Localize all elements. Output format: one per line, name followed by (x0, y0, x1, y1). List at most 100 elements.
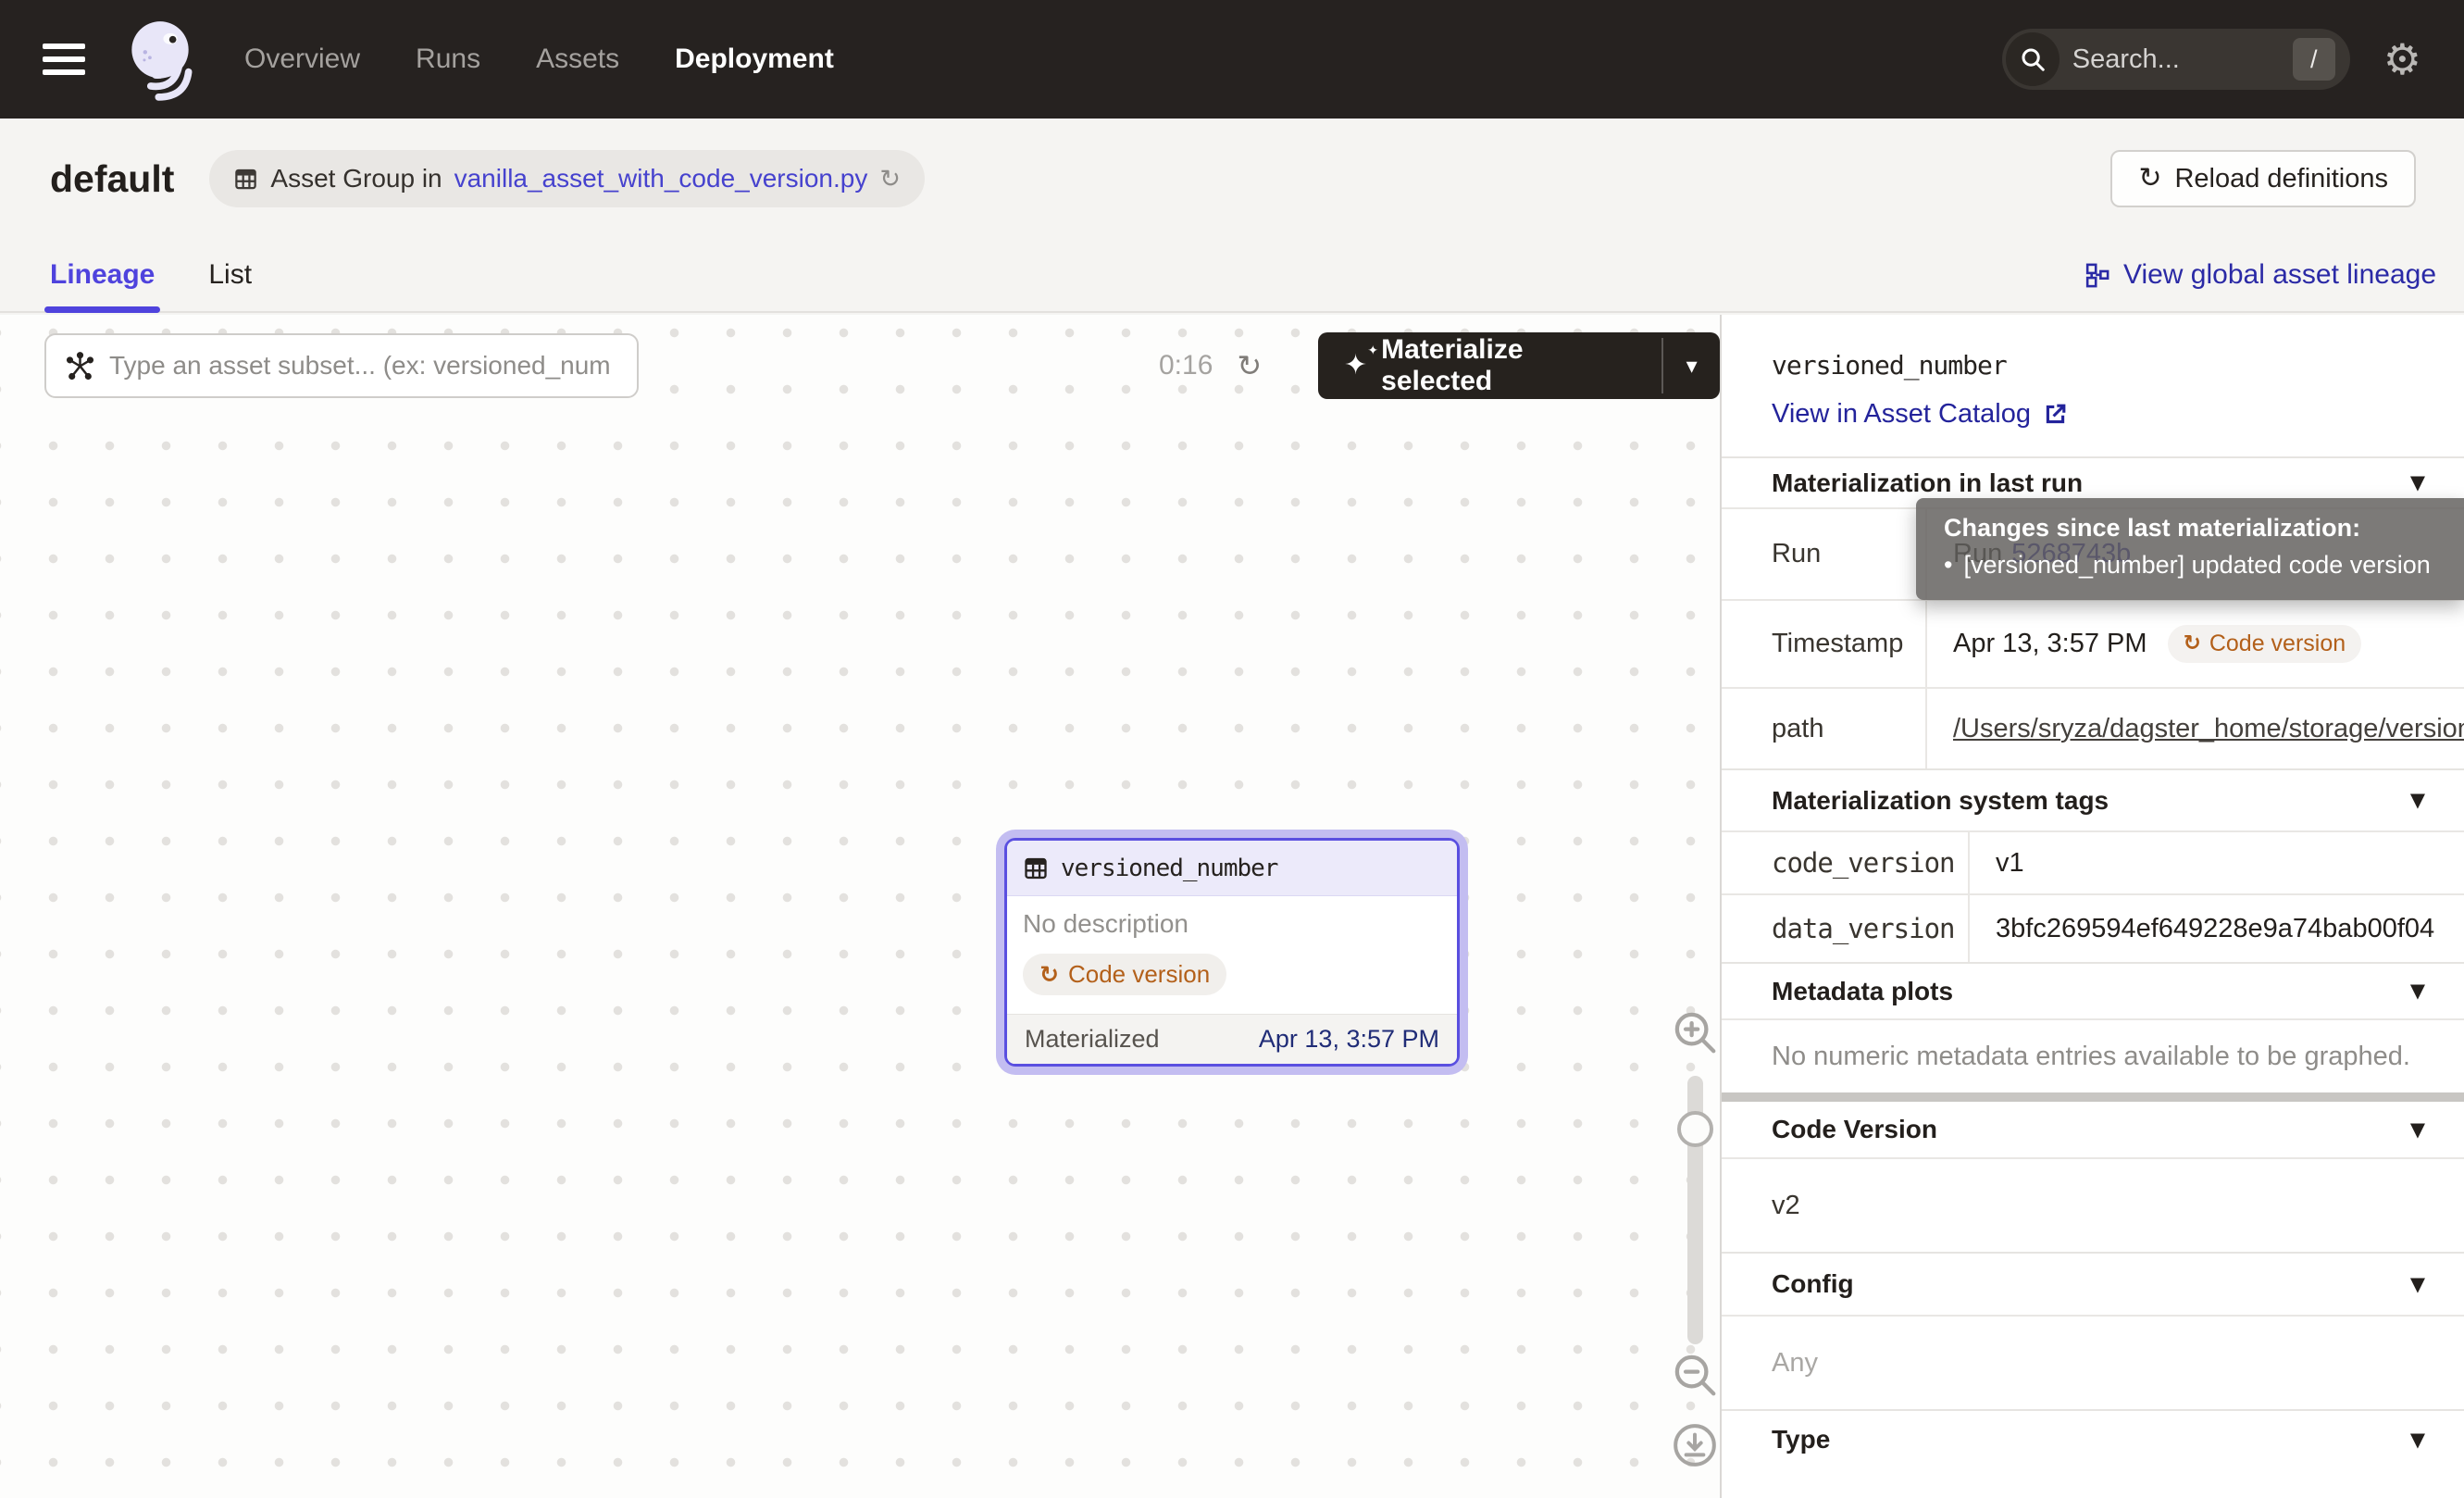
external-link-icon (2042, 401, 2069, 428)
reload-definitions-label: Reload definitions (2174, 164, 2388, 194)
search-input[interactable] (2072, 44, 2248, 75)
tab-list[interactable]: List (208, 239, 252, 311)
sparkle-icon: ✦✦ (1344, 352, 1367, 380)
code-version-badge[interactable]: ↻ Code version (1023, 954, 1226, 995)
run-row-label: Run (1722, 509, 1927, 599)
view-in-asset-catalog-label: View in Asset Catalog (1772, 399, 2031, 430)
asset-subset-input[interactable] (109, 351, 618, 381)
section-metadata-plots[interactable]: Metadata plots ▼ (1722, 962, 2464, 1018)
materialized-status-label: Materialized (1025, 1025, 1160, 1054)
asset-details-panel: versioned_number View in Asset Catalog M… (1720, 315, 2464, 1498)
asset-node-title: versioned_number (1061, 855, 1277, 882)
code-version-changed-icon: ↻ (1039, 963, 1059, 986)
section-label: Code Version (1772, 1115, 1937, 1144)
section-type[interactable]: Type ▼ (1722, 1409, 2464, 1468)
page-title: default (50, 157, 174, 201)
zoom-slider-knob[interactable] (1677, 1111, 1713, 1147)
chevron-down-icon[interactable]: ▼ (2410, 1120, 2425, 1140)
asset-node-header[interactable]: versioned_number (1007, 841, 1457, 896)
asset-node-description: No description (1023, 909, 1441, 939)
timestamp-row: Timestamp Apr 13, 3:57 PM ↻ Code version (1722, 599, 2464, 687)
section-label: Materialization in last run (1772, 468, 2083, 498)
tag-key: data_version (1722, 895, 1970, 962)
timestamp-value: Apr 13, 3:57 PM (1953, 629, 2147, 659)
panel-resize-handle[interactable] (1722, 1092, 2464, 1102)
nav-link-deployment[interactable]: Deployment (675, 44, 834, 75)
path-row-label: path (1722, 689, 1927, 768)
asset-node-footer: Materialized Apr 13, 3:57 PM (1007, 1014, 1457, 1064)
badge-refresh-icon[interactable]: ↻ (879, 167, 901, 192)
code-version-changed-icon: ↻ (2184, 633, 2201, 655)
section-label: Config (1772, 1269, 1854, 1299)
search-icon (2006, 32, 2060, 86)
page-header: default Asset Group in vanilla_asset_wit… (0, 119, 2464, 239)
section-code-version[interactable]: Code Version ▼ (1722, 1102, 2464, 1157)
data-version-tag-row: data_version 3bfc269594ef649228e9a74bab0… (1722, 893, 2464, 962)
asset-graph-filter-icon (65, 351, 95, 381)
search-shortcut-key: / (2293, 38, 2335, 81)
section-label: Metadata plots (1772, 977, 1953, 1006)
zoom-in-icon[interactable] (1670, 1007, 1720, 1057)
zoom-controls (1666, 1007, 1720, 1468)
materialize-dropdown-caret[interactable]: ▾ (1663, 332, 1720, 399)
reload-definitions-button[interactable]: ↻ Reload definitions (2110, 150, 2416, 207)
asset-node-versioned-number[interactable]: versioned_number No description ↻ Code v… (1004, 838, 1460, 1067)
nav-link-overview[interactable]: Overview (244, 44, 360, 75)
asset-group-badge-text: Asset Group in (270, 164, 442, 193)
section-config[interactable]: Config ▼ (1722, 1252, 2464, 1315)
zoom-out-icon[interactable] (1670, 1350, 1720, 1400)
nav-link-runs[interactable]: Runs (416, 44, 480, 75)
gear-icon[interactable]: ⚙ (2383, 38, 2421, 81)
materialized-timestamp-link[interactable]: Apr 13, 3:57 PM (1259, 1025, 1439, 1054)
panel-title-block: versioned_number View in Asset Catalog (1722, 315, 2464, 456)
chevron-down-icon[interactable]: ▼ (2410, 1430, 2425, 1450)
view-global-asset-lineage-label: View global asset lineage (2123, 259, 2436, 291)
view-global-asset-lineage-link[interactable]: View global asset lineage (2083, 259, 2436, 291)
materialize-main[interactable]: ✦✦ Materialize selected (1318, 332, 1661, 399)
table-grid-icon (233, 167, 258, 192)
tag-value: v1 (1970, 832, 2464, 893)
refresh-countdown: 0:16 (1159, 350, 1213, 381)
timestamp-row-label: Timestamp (1722, 601, 1927, 687)
path-link[interactable]: /Users/sryza/dagster_home/storage/versio… (1953, 714, 2464, 744)
chevron-down-icon[interactable]: ▼ (2410, 1275, 2425, 1294)
code-version-badge[interactable]: ↻ Code version (2168, 625, 2362, 663)
section-label: Materialization system tags (1772, 786, 2109, 816)
tag-value: 3bfc269594ef649228e9a74bab00f04 (1970, 895, 2464, 962)
code-version-badge-label: Code version (1068, 960, 1210, 989)
panel-asset-name: versioned_number (1772, 350, 2464, 381)
dagster-logo-icon[interactable] (120, 17, 200, 102)
download-image-icon[interactable] (1672, 1422, 1718, 1468)
chevron-down-icon[interactable]: ▼ (2410, 791, 2425, 810)
section-label: Type (1772, 1425, 1830, 1454)
hamburger-menu-icon[interactable] (43, 44, 85, 75)
asset-group-badge: Asset Group in vanilla_asset_with_code_v… (209, 150, 925, 207)
tab-bar: Lineage List View global asset lineage (0, 239, 2464, 313)
nav-link-assets[interactable]: Assets (536, 44, 619, 75)
tooltip-title: Changes since last materialization: (1944, 514, 2464, 543)
zoom-slider[interactable] (1687, 1076, 1703, 1344)
asset-graph-canvas[interactable]: 0:16 ↻ ✦✦ Materialize selected ▾ ver (0, 315, 1720, 1498)
chevron-down-icon[interactable]: ▼ (2410, 981, 2425, 1001)
tag-key: code_version (1722, 832, 1970, 893)
section-system-tags[interactable]: Materialization system tags ▼ (1722, 768, 2464, 830)
path-row: path /Users/sryza/dagster_home/storage/v… (1722, 687, 2464, 768)
code-version-badge-label: Code version (2209, 630, 2346, 657)
metadata-empty-message: No numeric metadata entries available to… (1722, 1018, 2464, 1092)
asset-subset-filter[interactable] (44, 333, 639, 398)
code-version-tag-row: code_version v1 (1722, 830, 2464, 893)
global-search[interactable]: / (2002, 29, 2350, 90)
tab-lineage[interactable]: Lineage (50, 239, 155, 311)
asset-group-file-link[interactable]: vanilla_asset_with_code_version.py (454, 164, 868, 193)
table-grid-icon (1023, 855, 1049, 881)
top-nav: Overview Runs Assets Deployment / ⚙ (0, 0, 2464, 119)
materialize-label: Materialize selected (1381, 334, 1636, 397)
canvas-refresh-icon[interactable]: ↻ (1237, 351, 1262, 381)
tooltip-item-text: [versioned_number] updated code version (1963, 551, 2430, 580)
asset-node-body: No description ↻ Code version (1007, 896, 1457, 1014)
view-in-asset-catalog-link[interactable]: View in Asset Catalog (1772, 399, 2069, 430)
chevron-down-icon[interactable]: ▼ (2410, 473, 2425, 493)
lineage-graph-icon (2083, 261, 2111, 290)
materialize-selected-button[interactable]: ✦✦ Materialize selected ▾ (1318, 332, 1720, 399)
code-version-value: v2 (1722, 1157, 2464, 1252)
